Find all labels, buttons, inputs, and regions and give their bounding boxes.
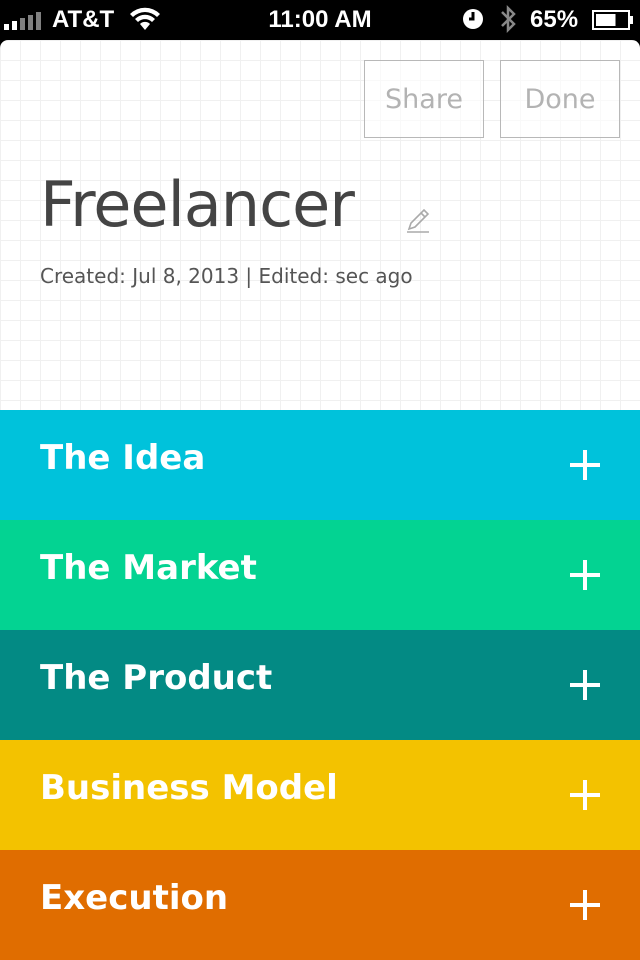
section-label: Execution [40, 878, 229, 918]
section-label: The Market [40, 548, 257, 588]
plus-icon[interactable] [570, 670, 600, 700]
section-list: The Idea The Market The Product Business… [0, 410, 640, 960]
section-execution[interactable]: Execution [0, 850, 640, 960]
bluetooth-icon [501, 4, 516, 34]
pencil-icon[interactable] [404, 206, 432, 234]
done-button[interactable]: Done [500, 60, 620, 138]
plan-dates: Created: Jul 8, 2013 | Edited: sec ago [40, 264, 413, 288]
app-screen: AT&T 11:00 AM 65% Share Done Freelancer [0, 0, 640, 960]
plus-icon[interactable] [570, 780, 600, 810]
section-business-model[interactable]: Business Model [0, 740, 640, 850]
plan-title: Freelancer [40, 168, 355, 241]
plus-icon[interactable] [570, 450, 600, 480]
section-the-market[interactable]: The Market [0, 520, 640, 630]
section-the-idea[interactable]: The Idea [0, 410, 640, 520]
section-label: The Idea [40, 438, 206, 478]
plan-header: Share Done Freelancer Created: Jul 8, 20… [0, 40, 640, 410]
share-button[interactable]: Share [364, 60, 484, 138]
battery-icon [592, 10, 633, 30]
plus-icon[interactable] [570, 560, 600, 590]
status-bar: AT&T 11:00 AM 65% [0, 0, 640, 40]
section-the-product[interactable]: The Product [0, 630, 640, 740]
section-label: Business Model [40, 768, 338, 808]
battery-percent: 65% [530, 6, 579, 33]
alarm-clock-icon [463, 9, 483, 29]
section-label: The Product [40, 658, 273, 698]
plus-icon[interactable] [570, 890, 600, 920]
